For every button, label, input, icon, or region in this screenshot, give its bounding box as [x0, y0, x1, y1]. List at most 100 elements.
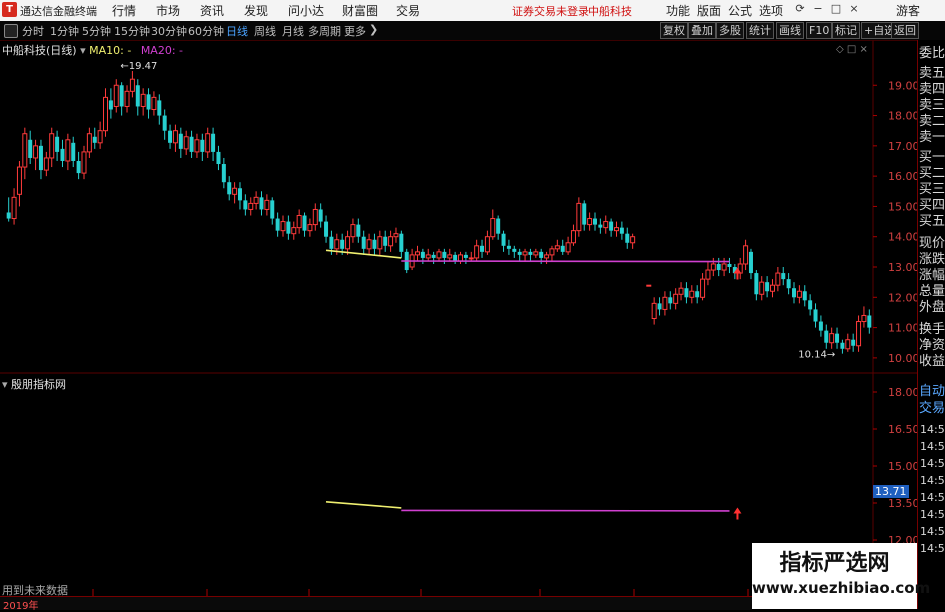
- menu-formula[interactable]: 公式: [728, 2, 752, 19]
- collapse-icon[interactable]: ▾: [2, 378, 8, 391]
- period-tick[interactable]: 分时: [22, 23, 44, 39]
- mark-button[interactable]: 标记: [832, 22, 860, 39]
- candle-body-up: [673, 293, 679, 304]
- period-more[interactable]: 更多: [344, 23, 366, 39]
- maximize-icon[interactable]: □: [829, 2, 843, 16]
- menu-ask[interactable]: 问小达: [288, 2, 324, 19]
- kline-chart[interactable]: 19.00 18.00 17.00 16.00 15.00 14.00 13.00 12.00…: [0, 40, 917, 596]
- candle-body-down: [168, 130, 173, 143]
- y-tick-label: 13.00: [888, 261, 917, 274]
- candle-body-down: [560, 245, 565, 252]
- candle-body-down: [431, 254, 436, 258]
- sidebar-item-weibi[interactable]: 委比: [919, 46, 945, 62]
- sidebar-item-ask3[interactable]: 卖三: [919, 98, 945, 114]
- candle-body-up: [775, 272, 781, 286]
- candle-body-down: [501, 233, 506, 246]
- menu-trade[interactable]: 交易: [396, 2, 420, 19]
- draw-button[interactable]: 画线: [776, 22, 804, 39]
- sidebar-item-bid4[interactable]: 买四: [919, 198, 945, 214]
- sub-indicator-lines: [325, 501, 730, 512]
- chevron-right-icon[interactable]: ❯: [369, 23, 378, 36]
- menu-quotes[interactable]: 行情: [112, 2, 136, 19]
- sidebar-item-turnover[interactable]: 换手: [919, 322, 945, 338]
- user-guest[interactable]: 游客: [896, 2, 920, 19]
- sidebar-item-change-pct[interactable]: 涨幅: [919, 268, 945, 284]
- sidebar-item-volume[interactable]: 总量: [919, 284, 945, 300]
- candle-body-up: [388, 236, 394, 247]
- sidebar-item-price[interactable]: 现价: [919, 236, 945, 252]
- current-value-badge: 13.71: [873, 485, 909, 498]
- sidebar-item-ask2[interactable]: 卖二: [919, 114, 945, 130]
- period-5min[interactable]: 5分钟: [82, 23, 111, 39]
- candle-body-down: [754, 273, 759, 295]
- period-daily[interactable]: 日线: [226, 23, 248, 39]
- sidebar-item-bid3[interactable]: 买三: [919, 182, 945, 198]
- y-tick-label: 19.00: [888, 79, 917, 92]
- panel-control-icons[interactable]: ◇ □ ×: [836, 44, 868, 55]
- sidebar-item-bid1[interactable]: 买一: [919, 150, 945, 166]
- menu-market[interactable]: 市场: [156, 2, 180, 19]
- candle-body-up: [194, 139, 200, 153]
- candle-body-up: [129, 78, 135, 92]
- sidebar-auto[interactable]: 自动: [919, 384, 945, 400]
- sidebar-trade[interactable]: 交易: [919, 401, 945, 417]
- sidebar-item-ask5[interactable]: 卖五: [919, 66, 945, 82]
- period-1min[interactable]: 1分钟: [50, 23, 79, 39]
- menu-news[interactable]: 资讯: [200, 2, 224, 19]
- back-button[interactable]: 返回: [891, 22, 919, 39]
- candle-body-up: [861, 314, 867, 323]
- candle-body-up: [856, 321, 862, 347]
- sidebar-item-netasset[interactable]: 净资: [919, 338, 945, 354]
- candle-body-up: [350, 224, 356, 238]
- overlay-button[interactable]: 叠加: [688, 22, 716, 39]
- candle-body-up: [565, 242, 571, 253]
- candle-body-down: [356, 224, 361, 237]
- candle-body-down: [216, 151, 221, 165]
- candle-body-up: [484, 236, 490, 253]
- sidebar-item-bid5[interactable]: 买五: [919, 214, 945, 230]
- menu-options[interactable]: 选项: [759, 2, 783, 19]
- refresh-icon[interactable]: ⟳: [793, 2, 807, 16]
- candle-body-down: [211, 133, 216, 152]
- period-15min[interactable]: 15分钟: [114, 23, 150, 39]
- indicator-name: 殷朋指标网: [11, 378, 67, 391]
- period-monthly[interactable]: 月线: [282, 23, 304, 39]
- candle-body-down: [528, 251, 533, 255]
- candle-body-down: [442, 251, 447, 258]
- menu-wealth[interactable]: 财富圈: [342, 2, 378, 19]
- sub-panel-header: ▾ 殷朋指标网: [2, 376, 66, 392]
- candle-body-up: [678, 287, 684, 295]
- layout-icon[interactable]: [4, 24, 18, 38]
- candle-body-up: [296, 215, 302, 229]
- candle-body-down: [668, 297, 673, 304]
- multi-stock-button[interactable]: 多股: [716, 22, 744, 39]
- candle-body-up: [710, 263, 716, 271]
- close-icon[interactable]: ×: [847, 2, 861, 16]
- minimize-icon[interactable]: −: [811, 2, 825, 16]
- sidebar-item-bid2[interactable]: 买二: [919, 166, 945, 182]
- tick-time: 14:56: [920, 508, 945, 521]
- candle-body-down: [786, 279, 791, 289]
- sidebar-item-ask1[interactable]: 卖一: [919, 130, 945, 146]
- login-notice[interactable]: 证券交易未登录: [512, 3, 589, 19]
- sidebar-item-eps[interactable]: 收益: [919, 354, 945, 370]
- candle-body-down: [840, 342, 845, 349]
- candle-body-down: [802, 291, 807, 301]
- collapse-icon[interactable]: ▾: [80, 44, 86, 57]
- menu-discover[interactable]: 发现: [244, 2, 268, 19]
- menu-layout[interactable]: 版面: [697, 2, 721, 19]
- sidebar-item-outer[interactable]: 外盘: [919, 300, 945, 316]
- period-multi[interactable]: 多周期: [308, 23, 341, 39]
- period-30min[interactable]: 30分钟: [151, 23, 187, 39]
- candle-body-up: [630, 236, 636, 244]
- menu-function[interactable]: 功能: [666, 2, 690, 19]
- adjust-button[interactable]: 复权: [660, 22, 688, 39]
- sidebar-item-change[interactable]: 涨跌: [919, 252, 945, 268]
- sidebar-item-ask4[interactable]: 卖四: [919, 82, 945, 98]
- stats-button[interactable]: 统计: [746, 22, 774, 39]
- period-60min[interactable]: 60分钟: [188, 23, 224, 39]
- candle-body-down: [71, 142, 76, 161]
- candle-body-up: [549, 248, 555, 256]
- f10-button[interactable]: F10: [806, 22, 833, 39]
- period-weekly[interactable]: 周线: [254, 23, 276, 39]
